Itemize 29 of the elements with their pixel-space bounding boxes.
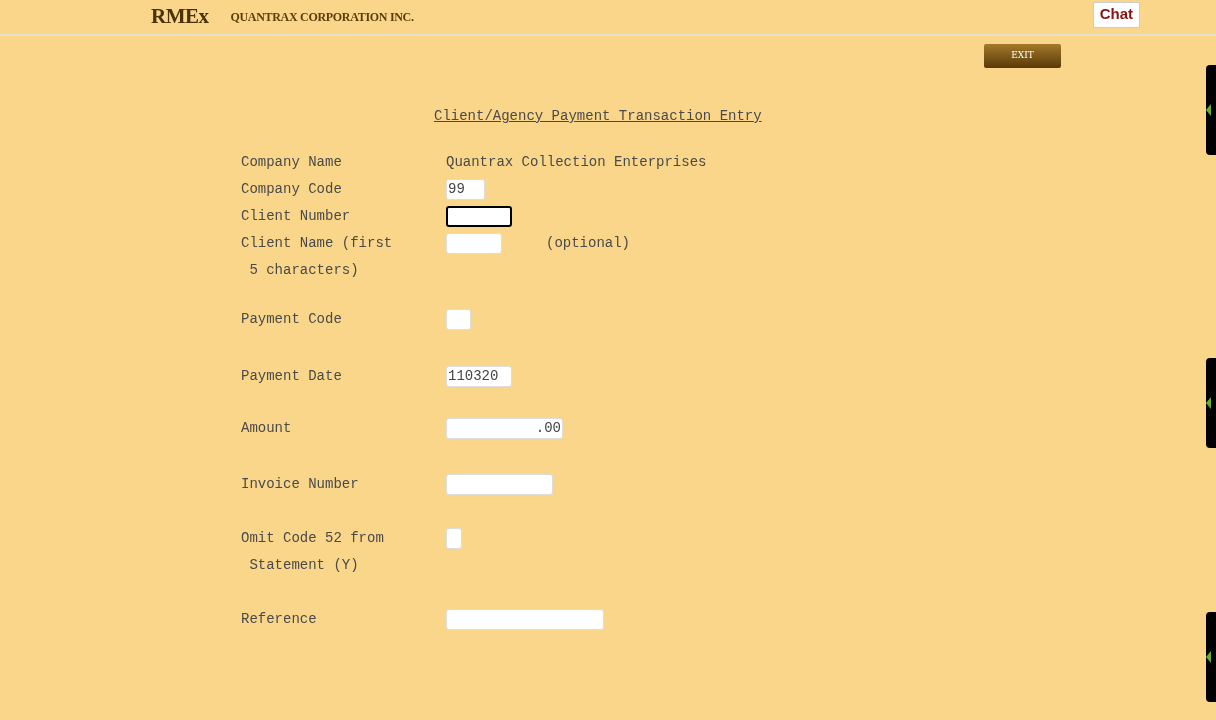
field-label: Statement (Y): [248, 556, 360, 575]
input-field[interactable]: [446, 206, 512, 227]
form-title: Client/Agency Payment Transaction Entry: [434, 108, 762, 124]
field-label: Payment Code: [241, 310, 343, 329]
field-label: Invoice Number: [241, 475, 360, 494]
logo: RMEx: [151, 3, 209, 31]
input-field[interactable]: 99: [446, 179, 485, 200]
optional-note: (optional): [546, 234, 630, 253]
side-panel-handle[interactable]: [1206, 65, 1216, 155]
field-label: Amount: [241, 419, 293, 438]
exit-button[interactable]: EXIT: [984, 44, 1061, 68]
company-name: QUANTRAX CORPORATION INC.: [230, 9, 414, 26]
side-panel-handle[interactable]: [1206, 358, 1216, 448]
company-name-value: Quantrax Collection Enterprises: [446, 153, 707, 172]
left-arrow-icon: [1206, 397, 1211, 409]
input-field[interactable]: 110320: [446, 366, 512, 387]
input-field[interactable]: .00: [446, 418, 563, 439]
field-label: 5 characters): [248, 261, 360, 280]
field-label: Client Number: [241, 207, 352, 226]
field-label: Company Code: [241, 180, 343, 199]
field-label: Client Name (first: [241, 234, 394, 253]
field-label: Company Name: [241, 153, 343, 172]
chat-button[interactable]: Chat: [1092, 1, 1140, 28]
field-label: Omit Code 52 from: [241, 529, 385, 548]
field-label: Reference: [241, 610, 318, 629]
side-panel-handle[interactable]: [1206, 612, 1216, 702]
field-label: Payment Date: [241, 367, 343, 386]
left-arrow-icon: [1206, 104, 1211, 116]
left-arrow-icon: [1206, 651, 1211, 663]
